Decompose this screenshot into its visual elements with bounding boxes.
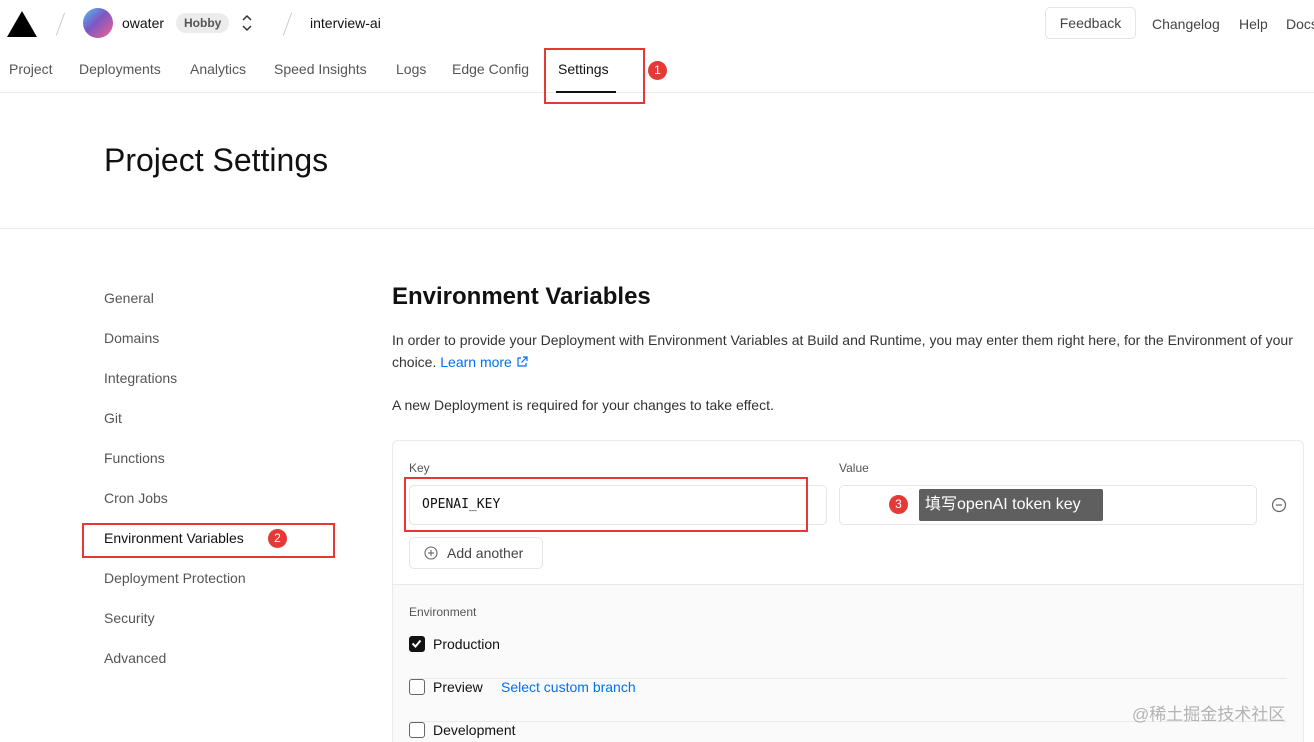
sidebar-item-general[interactable]: General: [104, 290, 154, 306]
production-checkbox[interactable]: [409, 636, 425, 652]
annotation-tooltip: 填写openAI token key: [919, 489, 1103, 521]
section-title: Environment Variables: [392, 283, 651, 310]
sidebar-item-domains[interactable]: Domains: [104, 330, 159, 346]
annotation-badge-1: 1: [648, 61, 667, 80]
top-bar: owater Hobby interview-ai Feedback Chang…: [0, 0, 1314, 48]
development-checkbox[interactable]: [409, 722, 425, 738]
learn-more-label: Learn more: [440, 354, 512, 370]
value-label: Value: [839, 461, 869, 475]
changelog-link[interactable]: Changelog: [1152, 16, 1220, 32]
annotation-box-env-vars: [82, 523, 335, 558]
docs-link[interactable]: Docs: [1286, 16, 1314, 32]
sidebar-item-cron-jobs[interactable]: Cron Jobs: [104, 490, 168, 506]
sidebar-item-integrations[interactable]: Integrations: [104, 370, 177, 386]
watermark: @稀土掘金技术社区: [1132, 705, 1286, 724]
tab-deployments[interactable]: Deployments: [79, 61, 161, 77]
annotation-badge-3: 3: [889, 495, 908, 514]
checkmark-icon: [411, 639, 422, 648]
preview-label: Preview: [433, 679, 483, 695]
learn-more-link[interactable]: Learn more: [440, 354, 528, 370]
annotation-badge-2: 2: [268, 529, 287, 548]
select-custom-branch-link[interactable]: Select custom branch: [501, 679, 636, 695]
vercel-logo-icon[interactable]: [7, 11, 37, 37]
tab-logs[interactable]: Logs: [396, 61, 426, 77]
plus-circle-icon: [424, 546, 438, 560]
tab-speed-insights[interactable]: Speed Insights: [274, 61, 367, 77]
tab-analytics[interactable]: Analytics: [190, 61, 246, 77]
sidebar-item-deployment-protection[interactable]: Deployment Protection: [104, 570, 246, 586]
team-avatar[interactable]: [83, 8, 113, 38]
key-label: Key: [409, 461, 430, 475]
tab-project[interactable]: Project: [9, 61, 53, 77]
production-label: Production: [433, 636, 500, 652]
env-option-development[interactable]: Development: [409, 722, 1287, 742]
environment-label: Environment: [409, 605, 477, 619]
page-header: Project Settings: [0, 93, 1314, 229]
sidebar-item-git[interactable]: Git: [104, 410, 122, 426]
breadcrumb-separator: [55, 12, 66, 36]
preview-checkbox[interactable]: [409, 679, 425, 695]
external-link-icon: [517, 356, 528, 367]
sidebar-item-security[interactable]: Security: [104, 610, 155, 626]
add-another-label: Add another: [447, 545, 524, 561]
project-name[interactable]: interview-ai: [310, 15, 381, 31]
env-option-production[interactable]: Production: [409, 636, 1287, 679]
sidebar-item-functions[interactable]: Functions: [104, 450, 165, 466]
section-description: In order to provide your Deployment with…: [392, 329, 1307, 373]
plan-badge: Hobby: [176, 13, 230, 33]
feedback-button[interactable]: Feedback: [1045, 7, 1136, 39]
team-name[interactable]: owater: [122, 15, 164, 31]
sidebar-item-advanced[interactable]: Advanced: [104, 650, 166, 666]
page-title: Project Settings: [104, 142, 329, 178]
development-label: Development: [433, 722, 516, 738]
add-another-button[interactable]: Add another: [409, 537, 543, 569]
remove-circle-icon[interactable]: [1271, 497, 1287, 513]
help-link[interactable]: Help: [1239, 16, 1268, 32]
redeploy-note: A new Deployment is required for your ch…: [392, 397, 774, 413]
annotation-box-key-input: [404, 477, 808, 532]
tab-edge-config[interactable]: Edge Config: [452, 61, 529, 77]
team-switcher-icon[interactable]: [240, 12, 254, 34]
breadcrumb-separator: [282, 12, 293, 36]
